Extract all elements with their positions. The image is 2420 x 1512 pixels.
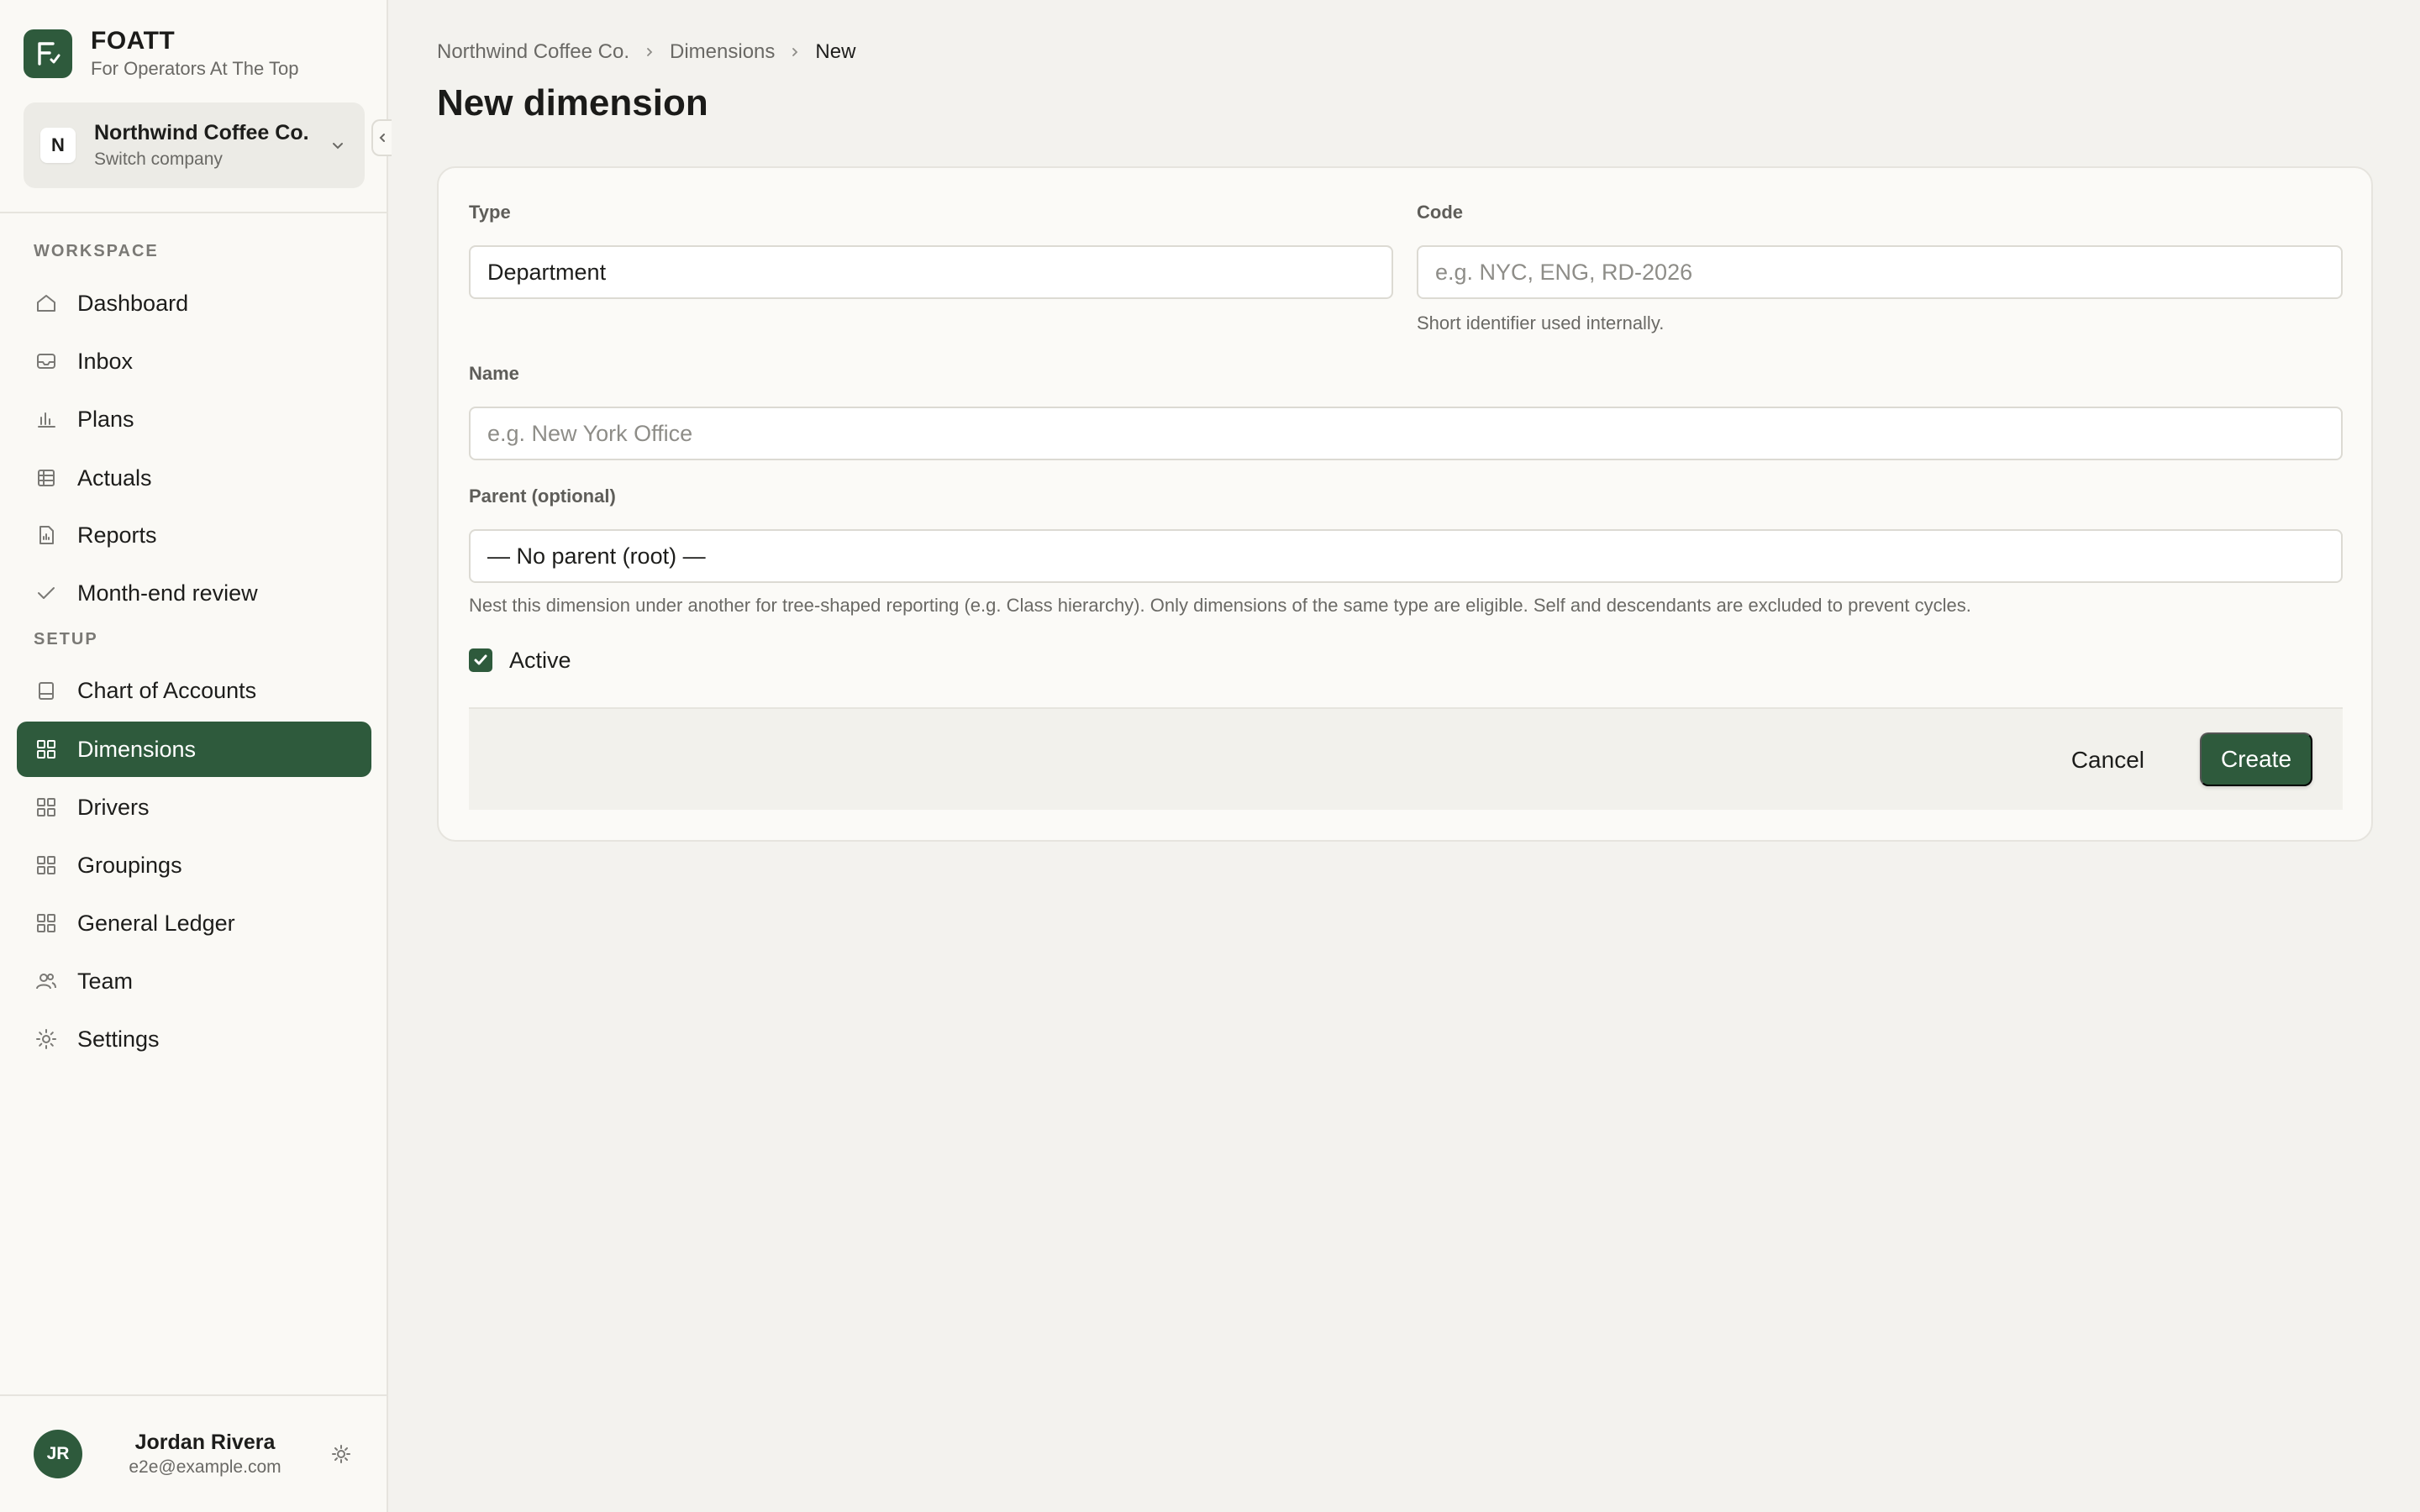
breadcrumb-current: New: [815, 40, 856, 63]
brand: FOATT For Operators At The Top: [0, 0, 387, 81]
parent-help-text: Nest this dimension under another for tr…: [469, 595, 1971, 616]
breadcrumb: Northwind Coffee Co. Dimensions New: [437, 40, 855, 64]
sidebar-item-chart-of-accounts[interactable]: Chart of Accounts: [17, 663, 371, 718]
sidebar-item-label: Dashboard: [77, 290, 189, 316]
home-icon: [34, 291, 59, 316]
grid-icon: [34, 853, 59, 878]
logo-mark-icon: [38, 42, 60, 66]
report-icon: [34, 522, 59, 548]
name-input[interactable]: e.g. New York Office: [469, 407, 2343, 460]
chevron-left-icon: [379, 134, 385, 142]
company-switcher[interactable]: N Northwind Coffee Co. Switch company: [24, 102, 365, 188]
code-help-text: Short identifier used internally.: [1417, 312, 1665, 333]
name-label: Name: [469, 363, 519, 384]
create-button[interactable]: Create: [2200, 732, 2312, 786]
sidebar-item-label: Plans: [77, 406, 134, 432]
sidebar-item-label: Groupings: [77, 852, 182, 878]
brand-name: FOATT: [91, 27, 176, 55]
sidebar-item-inbox[interactable]: Inbox: [17, 333, 371, 389]
sidebar-item-label: Month-end review: [77, 580, 258, 606]
chevron-right-icon: [643, 45, 656, 59]
sidebar-item-label: Dimensions: [77, 736, 197, 762]
sidebar-item-label: Reports: [77, 522, 157, 548]
sidebar-item-dashboard[interactable]: Dashboard: [17, 276, 371, 331]
form-actions: Cancel Create: [469, 707, 2343, 810]
sidebar-item-label: Actuals: [77, 465, 152, 491]
book-icon: [34, 678, 59, 703]
sidebar-item-label: Team: [77, 968, 134, 994]
sidebar-item-general-ledger[interactable]: General Ledger: [17, 895, 371, 951]
sidebar-item-label: Settings: [77, 1026, 160, 1052]
company-name: Northwind Coffee Co.: [94, 121, 309, 144]
code-label: Code: [1417, 202, 1463, 223]
sidebar-item-month-end-review[interactable]: Month-end review: [17, 565, 371, 621]
user-profile: JR Jordan Rivera e2e@example.com: [0, 1394, 388, 1512]
sidebar-item-label: Inbox: [77, 348, 134, 374]
table-icon: [34, 465, 59, 491]
breadcrumb-dimensions-link[interactable]: Dimensions: [670, 40, 775, 64]
type-select[interactable]: Department: [469, 245, 1393, 299]
sidebar-item-drivers[interactable]: Drivers: [17, 780, 371, 835]
section-label-setup: SETUP: [34, 630, 98, 648]
active-label[interactable]: Active: [509, 648, 571, 674]
app-shell: FOATT For Operators At The Top N Northwi…: [0, 0, 2420, 1512]
dimension-form-card: Type Department Code e.g. NYC, ENG, RD-2…: [437, 166, 2373, 842]
breadcrumb-company-link[interactable]: Northwind Coffee Co.: [437, 40, 629, 64]
sidebar-item-label: Chart of Accounts: [77, 677, 257, 703]
chevron-right-icon: [788, 45, 802, 59]
section-label-workspace: WORKSPACE: [34, 242, 159, 260]
sidebar-item-reports[interactable]: Reports: [17, 507, 371, 563]
gear-icon: [34, 1026, 59, 1052]
sidebar-item-label: Drivers: [77, 794, 150, 820]
sidebar-divider: [0, 212, 388, 213]
sidebar: FOATT For Operators At The Top N Northwi…: [0, 0, 392, 1512]
check-icon: [34, 580, 59, 606]
active-checkbox[interactable]: [469, 648, 492, 672]
sidebar-item-settings[interactable]: Settings: [17, 1011, 371, 1067]
bar-chart-icon: [34, 407, 59, 432]
code-input[interactable]: e.g. NYC, ENG, RD-2026: [1417, 245, 2343, 299]
sidebar-item-actuals[interactable]: Actuals: [17, 450, 371, 506]
avatar[interactable]: JR: [34, 1430, 82, 1478]
main-content: Northwind Coffee Co. Dimensions New New …: [388, 0, 2420, 1512]
grid-icon: [34, 911, 59, 936]
inbox-icon: [34, 349, 59, 374]
checkmark-icon: [474, 654, 487, 665]
type-label: Type: [469, 202, 511, 223]
parent-label: Parent (optional): [469, 486, 616, 507]
company-switch-label: Switch company: [94, 150, 223, 169]
page-title: New dimension: [437, 82, 708, 123]
sidebar-item-label: General Ledger: [77, 910, 235, 936]
parent-select[interactable]: — No parent (root) —: [469, 529, 2343, 583]
grid-icon: [34, 737, 59, 762]
users-icon: [34, 969, 59, 994]
sidebar-item-dimensions[interactable]: Dimensions: [17, 722, 371, 777]
chevron-down-icon: [328, 135, 348, 155]
sidebar-item-plans[interactable]: Plans: [17, 391, 371, 447]
grid-icon: [34, 795, 59, 820]
brand-logo[interactable]: [24, 29, 72, 78]
sidebar-item-team[interactable]: Team: [17, 953, 371, 1009]
cancel-button[interactable]: Cancel: [2051, 734, 2165, 786]
brand-tagline: For Operators At The Top: [91, 58, 299, 79]
user-email: e2e@example.com: [129, 1457, 281, 1477]
company-avatar: N: [40, 128, 76, 163]
sidebar-item-groupings[interactable]: Groupings: [17, 837, 371, 893]
gear-icon[interactable]: [328, 1441, 355, 1467]
user-name: Jordan Rivera: [134, 1431, 276, 1454]
